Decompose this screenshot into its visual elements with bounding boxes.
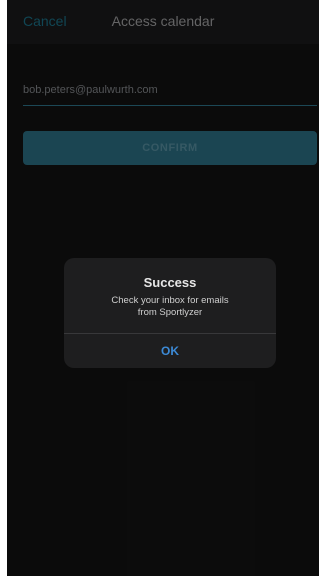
ok-button[interactable]: OK xyxy=(64,334,276,368)
dialog-message: Check your inbox for emails from Sportly… xyxy=(74,295,266,319)
dialog-message-line-2: from Sportlyzer xyxy=(137,307,203,318)
dialog-title: Success xyxy=(143,275,197,290)
app-screen: Cancel Access calendar bob.peters@paulwu… xyxy=(7,0,319,576)
success-dialog: Success Check your inbox for emails from… xyxy=(64,258,276,368)
dialog-message-line-1: Check your inbox for emails xyxy=(111,295,229,306)
